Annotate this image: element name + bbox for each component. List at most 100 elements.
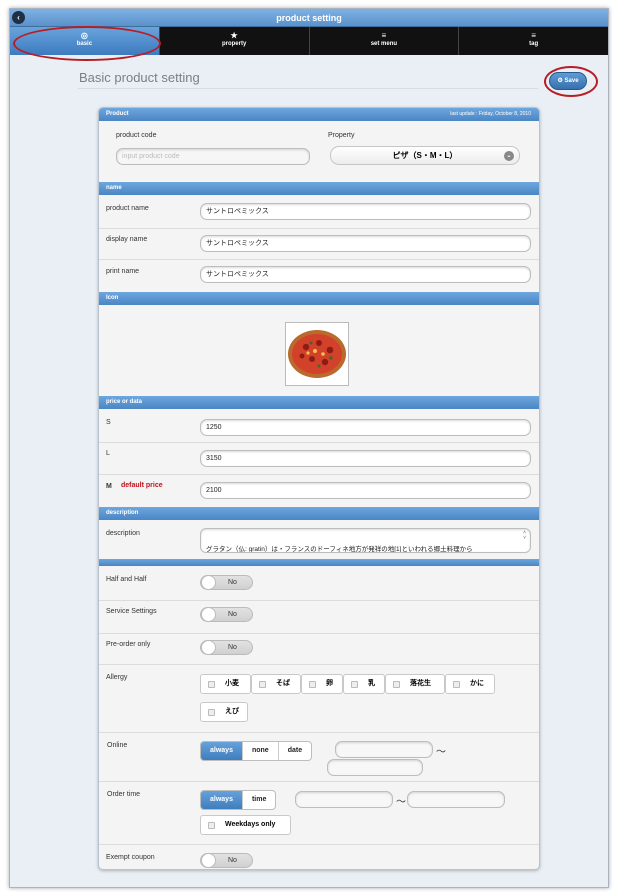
checkbox-box	[259, 681, 266, 688]
divider	[99, 259, 539, 260]
checkbox-box	[208, 681, 215, 688]
checkbox-box	[453, 681, 460, 688]
toggle-knob	[201, 607, 216, 622]
window-title: product setting	[276, 13, 342, 23]
back-icon[interactable]: ‹	[12, 11, 25, 24]
tab-tag[interactable]: ≡ tag	[459, 27, 608, 55]
price-s-input[interactable]: 1250	[200, 419, 531, 436]
service-settings-toggle[interactable]: No	[200, 607, 253, 622]
allergy-checkbox[interactable]: 落花生	[385, 674, 445, 694]
product-name-input[interactable]: サントロペミックス	[200, 203, 531, 220]
product-code-input[interactable]: input product code	[116, 148, 310, 165]
order-time-end[interactable]	[407, 791, 505, 808]
exempt-coupon-toggle[interactable]: No	[200, 853, 253, 868]
divider	[99, 633, 539, 634]
divider	[99, 664, 539, 665]
checkbox-label: 落花生	[410, 680, 431, 687]
section-header-options	[99, 559, 539, 566]
property-label: Property	[328, 132, 355, 139]
default-price-note: default price	[121, 482, 163, 489]
annotation-circle	[13, 26, 161, 61]
online-label: Online	[107, 742, 128, 749]
toggle-text: No	[228, 857, 237, 864]
toggle-text: No	[228, 611, 237, 618]
divider	[99, 781, 539, 782]
section-header-icon: Icon	[99, 292, 539, 305]
price-s-label: S	[106, 419, 111, 426]
product-image[interactable]	[285, 322, 349, 386]
order-time-time[interactable]: time	[243, 791, 275, 809]
allergy-checkbox[interactable]: 卵	[301, 674, 343, 694]
checkbox-box	[351, 681, 358, 688]
service-settings-label: Service Settings	[106, 608, 157, 615]
product-code-label: product code	[116, 132, 157, 139]
order-time-segmented[interactable]: always time	[200, 790, 277, 810]
section-header-name: name	[99, 182, 539, 195]
description-text: グラタン（仏: gratin）は・フランスのドーフィネ地方が発祥の地[1]といわ…	[206, 546, 473, 553]
order-time-start[interactable]	[295, 791, 393, 808]
menu-icon: ≡	[531, 31, 536, 40]
pre-order-toggle[interactable]: No	[200, 640, 253, 655]
property-value: ピザ（S・M・L）	[392, 151, 458, 160]
print-name-input[interactable]: サントロペミックス	[200, 266, 531, 283]
divider	[99, 600, 539, 601]
range-separator: 〜	[436, 747, 446, 758]
tab-label: set menu	[370, 41, 398, 47]
product-name-label: product name	[106, 205, 149, 212]
allergy-checkbox[interactable]: 小麦	[200, 674, 251, 694]
online-none[interactable]: none	[243, 742, 279, 760]
display-name-input[interactable]: サントロペミックス	[200, 235, 531, 252]
range-separator: 〜	[396, 797, 406, 808]
price-l-label: L	[106, 450, 110, 457]
allergy-label: Allergy	[106, 674, 128, 681]
online-segmented[interactable]: always none date	[200, 741, 313, 761]
checkbox-label: 乳	[368, 680, 375, 687]
price-l-input[interactable]: 3150	[200, 450, 531, 467]
section-header-product: Product last update : Friday, October 8, …	[99, 108, 539, 121]
checkbox-label: かに	[470, 680, 484, 687]
checkbox-label: そば	[276, 680, 290, 687]
allergy-checkbox[interactable]: そば	[251, 674, 301, 694]
allergy-checkbox[interactable]: 乳	[343, 674, 385, 694]
menu-icon: ≡	[381, 31, 387, 40]
checkbox-box	[393, 681, 400, 688]
online-start-date[interactable]	[335, 741, 433, 758]
tab-label: tag	[529, 41, 539, 47]
price-m-input[interactable]: 2100	[200, 482, 531, 499]
order-time-always[interactable]: always	[201, 791, 243, 809]
tab-set-menu[interactable]: ≡ set menu	[310, 27, 460, 55]
annotation-circle	[544, 66, 598, 97]
weekdays-only-checkbox[interactable]: Weekdays only	[200, 815, 291, 835]
section-title: Product	[106, 111, 129, 117]
half-and-half-toggle[interactable]: No	[200, 575, 253, 590]
scroll-arrows-icon[interactable]: ˄ ˅	[523, 531, 526, 541]
checkbox-label: 卵	[326, 680, 333, 687]
toggle-text: No	[228, 579, 237, 586]
toggle-knob	[201, 575, 216, 590]
tab-label: property	[221, 41, 247, 47]
online-date[interactable]: date	[279, 742, 311, 760]
description-label: description	[106, 530, 140, 537]
checkbox-label: Weekdays only	[225, 821, 276, 828]
toggle-knob	[201, 853, 216, 868]
divider	[99, 474, 539, 475]
description-textarea[interactable]: グラタン（仏: gratin）は・フランスのドーフィネ地方が発祥の地[1]といわ…	[200, 528, 531, 553]
display-name-label: display name	[106, 236, 148, 243]
pre-order-label: Pre-order only	[106, 641, 151, 648]
allergy-checkbox[interactable]: かに	[445, 674, 495, 694]
order-time-label: Order time	[107, 791, 141, 798]
allergy-checkbox[interactable]: えび	[200, 702, 248, 722]
section-header-price: price or data	[99, 396, 539, 409]
tab-property[interactable]: ★ property	[160, 27, 310, 55]
online-end-date[interactable]	[327, 759, 423, 776]
product-form: Product last update : Friday, October 8, …	[98, 107, 540, 870]
last-update: last update : Friday, October 8, 2010	[450, 111, 531, 117]
checkbox-box	[309, 681, 316, 688]
online-always[interactable]: always	[201, 742, 243, 760]
checkbox-box	[208, 822, 215, 829]
star-icon: ★	[230, 31, 238, 40]
page-title: Basic product setting	[79, 70, 200, 85]
property-select[interactable]: ピザ（S・M・L） ⌄	[330, 146, 520, 165]
divider	[99, 732, 539, 733]
toggle-text: No	[228, 644, 237, 651]
